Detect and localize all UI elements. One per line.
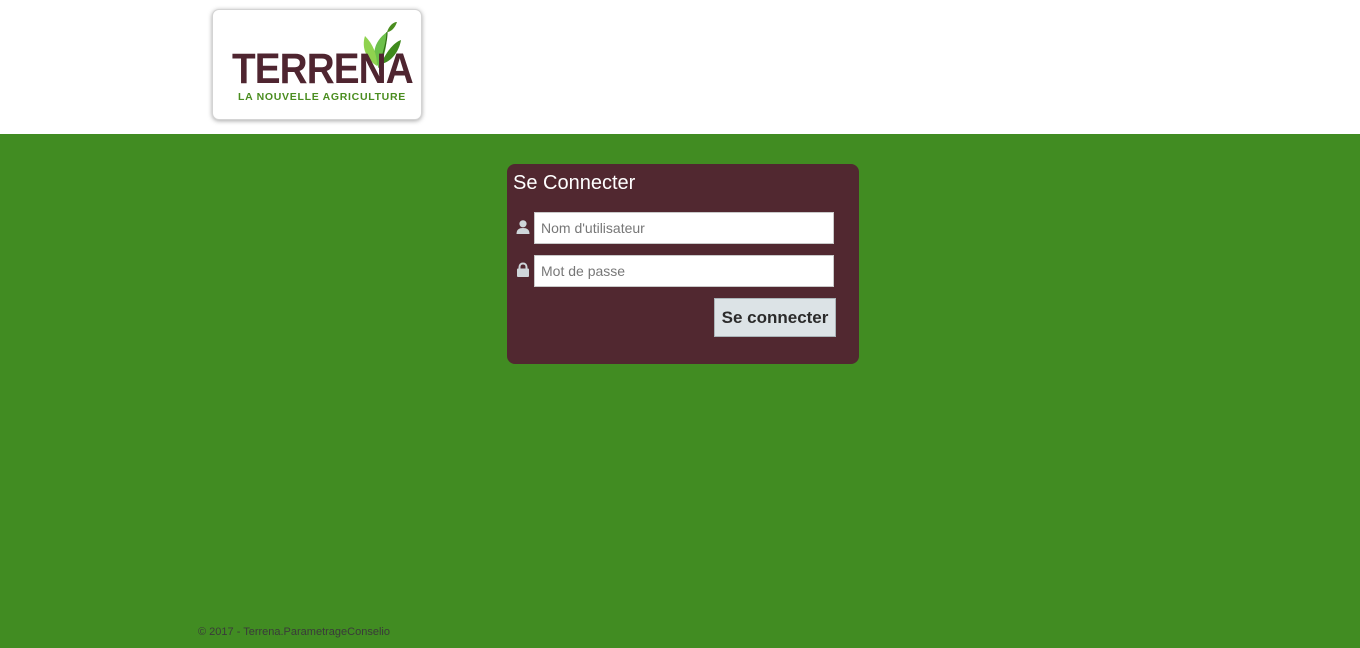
footer-copyright: © 2017 - Terrena.ParametrageConselio [198,626,390,638]
lock-icon [517,262,529,277]
user-icon [516,220,530,234]
username-input[interactable] [534,212,834,244]
login-title: Se Connecter [513,172,636,194]
logo-wordmark: TERRENA [232,45,414,93]
login-button[interactable]: Se connecter [714,298,836,337]
page-header: TERRENA LA NOUVELLE AGRICULTURE [0,0,1360,134]
logo-tagline: LA NOUVELLE AGRICULTURE [238,91,406,103]
terrena-logo[interactable]: TERRENA LA NOUVELLE AGRICULTURE [212,9,422,120]
password-input[interactable] [534,255,834,287]
login-panel: Se Connecter Se connecter [507,164,859,364]
